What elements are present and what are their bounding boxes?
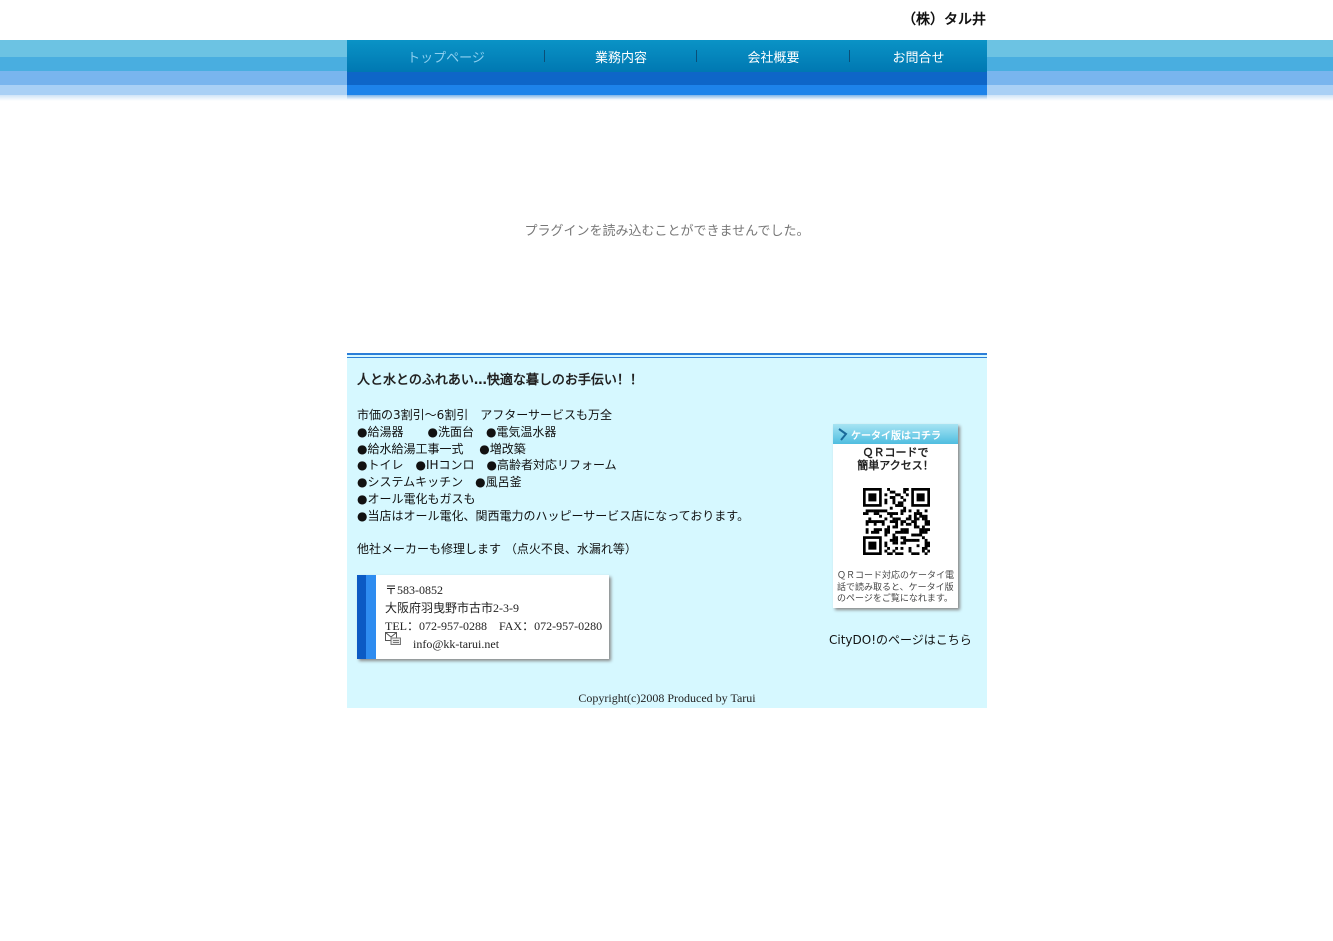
footer-divider: [347, 357, 987, 358]
qr-header: ケータイ版はコチラ: [833, 424, 958, 444]
nav-item-label: 会社概要: [747, 50, 800, 66]
main-nav: トップページ 業務内容 会社概要 お問合せ: [347, 40, 987, 72]
email-link[interactable]: info@kk-tarui.net: [413, 637, 499, 652]
address-box: 〒583-0852 大阪府羽曳野市古市2-3-9 TEL：072-957-028…: [357, 575, 609, 659]
citydo-link[interactable]: CityDO!のページはこちら: [829, 631, 972, 648]
mobile-qr-box[interactable]: ケータイ版はコチラ ＱＲコードで 簡単アクセス！ ＱＲコード対応のケータイ電話で…: [833, 424, 958, 608]
nav-item-label: 業務内容: [594, 50, 647, 66]
nav-item-label: トップページ: [407, 50, 485, 66]
nav-underbar: [347, 95, 987, 100]
address-accent: [357, 575, 366, 659]
nav-underbar: [347, 72, 987, 85]
nav-underbar: [347, 85, 987, 95]
qr-header-label: ケータイ版はコチラ: [851, 431, 941, 442]
address-text: 〒583-0852 大阪府羽曳野市古市2-3-9 TEL：072-957-028…: [385, 583, 603, 633]
footer-divider: [347, 353, 987, 355]
service-description: 市価の3割引～6割引 アフターサービスも万全 ●給湯器 ●洗面台 ●電気温水器 …: [357, 408, 750, 557]
footer: 人と水とのふれあい…快適な暮しのお手伝い！！ 市価の3割引～6割引 アフターサー…: [347, 353, 987, 708]
nav-item-top[interactable]: トップページ: [347, 40, 545, 72]
nav-item-label: お問合せ: [892, 50, 945, 66]
nav-item-contact[interactable]: お問合せ: [850, 40, 987, 72]
footer-tagline: 人と水とのふれあい…快適な暮しのお手伝い！！: [357, 373, 643, 388]
mail-icon: [385, 632, 401, 645]
qr-code-icon: [863, 488, 930, 555]
copyright: Copyright(c)2008 Produced by Tarui: [578, 691, 756, 705]
qr-note: ＱＲコード対応のケータイ電話で読み取ると、ケータイ版のページをご覧になれます。: [837, 571, 955, 604]
nav-item-company[interactable]: 会社概要: [697, 40, 850, 72]
nav-item-services[interactable]: 業務内容: [545, 40, 697, 72]
address-accent: [366, 575, 376, 659]
qr-title: ＱＲコードで 簡単アクセス！: [857, 446, 934, 472]
company-name: （株）タル井: [902, 12, 986, 28]
plugin-error-message: プラグインを読み込むことができませんでした。: [524, 224, 810, 239]
arrow-icon: [838, 428, 848, 441]
